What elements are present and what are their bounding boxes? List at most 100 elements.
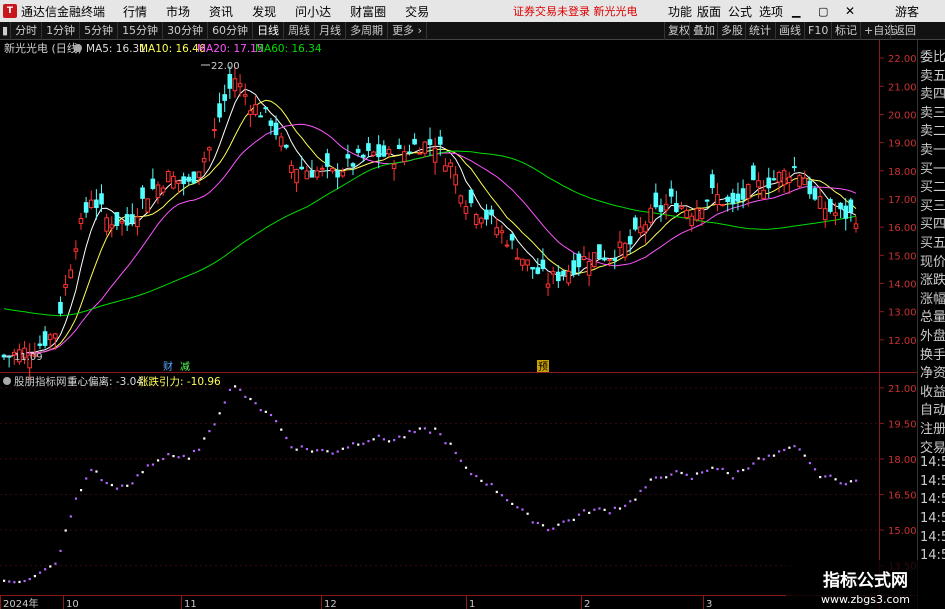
event-marker-cai[interactable]: 财 [163, 360, 173, 373]
period-fenshi[interactable]: 分时 [11, 21, 43, 40]
sidebar-item[interactable]: 买三 [920, 195, 945, 214]
period-monthly[interactable]: 月线 [315, 21, 347, 40]
maximize-icon[interactable]: ▢ [818, 5, 828, 18]
login-warning[interactable]: 证券交易未登录 新光光电 [513, 3, 638, 19]
sidebar-item[interactable]: 卖二 [920, 120, 945, 139]
btn-biaoji[interactable]: 标记 [831, 22, 860, 40]
stock-chart[interactable]: 22.00 21.00 20.00 19.00 18.00 17.00 16.00 15.00… [0, 40, 917, 609]
minimize-icon[interactable]: ▁ [792, 5, 800, 18]
sidebar-item[interactable]: 涨幅 [920, 288, 945, 307]
period-multi[interactable]: 多周期 [346, 21, 389, 40]
candle-body [663, 203, 669, 211]
menu-gongneng[interactable]: 功能 [668, 3, 692, 20]
period-1min[interactable]: 1分钟 [42, 21, 81, 40]
period-5min[interactable]: 5分钟 [80, 21, 119, 40]
menu-hangqing[interactable]: 行情 [123, 3, 147, 20]
btn-f10[interactable]: F10 [804, 22, 831, 40]
candle-body [304, 170, 310, 180]
indicator-point [439, 433, 442, 436]
menu-gongshi[interactable]: 公式 [728, 3, 752, 20]
date-tick-label: 12 [324, 599, 337, 609]
indicator-point [203, 437, 206, 440]
sidebar-item[interactable]: 涨跌 [920, 269, 945, 288]
period-more[interactable]: 更多 › [388, 21, 427, 40]
sidebar-item[interactable]: 收益 [920, 381, 945, 400]
menu-banmian[interactable]: 版面 [697, 3, 721, 20]
menu-xuanxiang[interactable]: 选项 [759, 3, 783, 20]
sidebar-item[interactable]: 卖五 [920, 65, 945, 84]
dropdown-icon[interactable] [74, 44, 82, 52]
indicator-point [398, 435, 401, 438]
sidebar-item[interactable]: 买二 [920, 176, 945, 195]
period-60min[interactable]: 60分钟 [208, 21, 254, 40]
btn-fanhui[interactable]: 返回 [890, 22, 919, 40]
event-marker-jian[interactable]: 减 [180, 361, 190, 373]
indicator-point [654, 476, 658, 479]
menu-shichang[interactable]: 市场 [166, 3, 190, 20]
sidebar-item[interactable]: 卖三 [920, 102, 945, 121]
period-weekly[interactable]: 周线 [284, 21, 316, 40]
candle-body [494, 227, 500, 236]
btn-tongji[interactable]: 统计 [745, 22, 774, 40]
btn-duogu[interactable]: 多股 [717, 22, 746, 40]
btn-huaxian[interactable]: 画线 [775, 22, 804, 40]
indicator-point [146, 464, 149, 467]
indicator-point [629, 500, 632, 503]
candle-body [694, 208, 700, 221]
menu-zixun[interactable]: 资讯 [209, 3, 233, 20]
sidebar-item[interactable]: 委比 [920, 46, 945, 65]
sidebar-item[interactable]: 14:5 [920, 511, 945, 526]
candle-body [843, 205, 849, 219]
sidebar-item[interactable]: 买五 [920, 232, 945, 251]
indicator-point [69, 515, 72, 518]
indicator-point [552, 527, 555, 530]
sidebar-item[interactable]: 买一 [920, 158, 945, 177]
period-daily[interactable]: 日线 [253, 21, 285, 40]
candle-body [771, 178, 777, 181]
candle-body [165, 171, 171, 183]
candle-body [597, 244, 602, 260]
sidebar-item[interactable]: 外盘 [920, 325, 945, 344]
candle-body [350, 163, 356, 167]
indicator-point [393, 439, 396, 442]
indicator-point [172, 455, 175, 458]
candle-body [643, 224, 648, 233]
sidebar-item[interactable]: 换手 [920, 344, 945, 363]
menu-wenxiaoda[interactable]: 问小达 [295, 3, 331, 20]
event-marker-yu[interactable]: 预 [538, 361, 548, 373]
indicator-point [59, 549, 62, 552]
candle-body [78, 217, 84, 224]
candle-body [458, 195, 464, 204]
guest-label[interactable]: 游客 [895, 3, 919, 20]
sidebar-item[interactable]: 现价 [920, 251, 945, 270]
indicator-point [156, 459, 160, 462]
candle-body [828, 199, 833, 212]
indicator-dropdown-icon[interactable] [3, 377, 11, 385]
sidebar-item[interactable]: 买四 [920, 213, 945, 232]
indicator-point [701, 471, 704, 474]
menu-faxian[interactable]: 发现 [252, 3, 276, 20]
sidebar-item[interactable]: 自动 [920, 399, 945, 418]
candle-body [566, 270, 571, 284]
sidebar-item[interactable]: 14:5 [920, 530, 945, 545]
period-30min[interactable]: 30分钟 [163, 21, 209, 40]
sidebar-item[interactable]: 卖四 [920, 83, 945, 102]
sidebar-item[interactable]: 14:5 [920, 492, 945, 507]
menu-caifuquan[interactable]: 财富圈 [350, 3, 386, 20]
candle-body [412, 138, 417, 145]
period-15min[interactable]: 15分钟 [118, 21, 164, 40]
sidebar-item[interactable]: 14:5 [920, 455, 945, 470]
btn-diejia[interactable]: 叠加 [689, 22, 718, 40]
sidebar-item[interactable]: 总量 [920, 306, 945, 325]
menu-jiaoyi[interactable]: 交易 [405, 3, 429, 20]
candle-body [576, 253, 582, 268]
sidebar-item[interactable]: 注册 [920, 418, 945, 437]
sidebar-item[interactable]: 14:5 [920, 474, 945, 489]
sidebar-item[interactable]: 交易 [920, 437, 945, 456]
indicator-point [608, 512, 611, 515]
toolbar-menu-icon[interactable]: ▮ [0, 21, 12, 40]
indicator-point [588, 511, 591, 514]
sidebar-item[interactable]: 卖一 [920, 139, 945, 158]
close-icon[interactable]: ✕ [845, 4, 855, 18]
sidebar-item[interactable]: 净资 [920, 362, 945, 381]
